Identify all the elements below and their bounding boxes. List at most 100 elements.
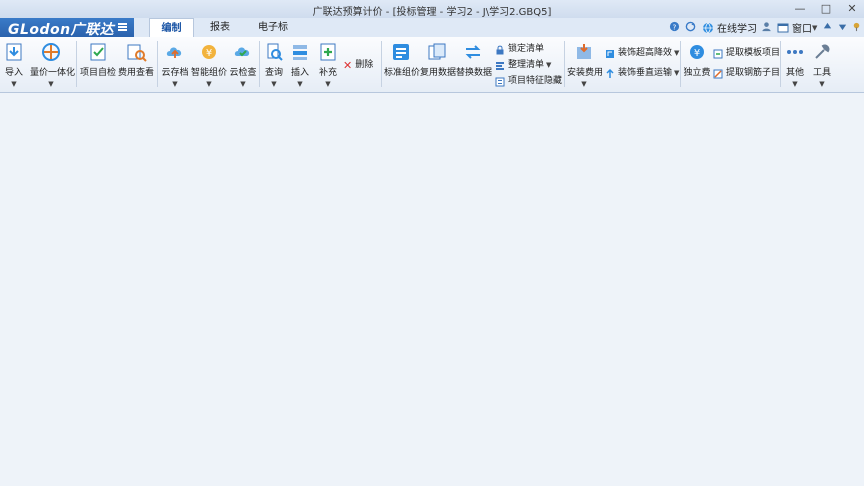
app-menu-button[interactable]: GLodon广联达 — [0, 18, 134, 38]
maximize-button[interactable]: □ — [820, 2, 832, 15]
chevron-down-icon: ▼ — [674, 49, 680, 57]
delete-icon: ✕ — [343, 59, 353, 72]
window-menu-label: 窗口 — [792, 24, 812, 35]
divider — [76, 41, 77, 87]
tab-compile[interactable]: 编制 — [149, 18, 194, 38]
decoration-height-button[interactable]: 装饰超高降效 ▼ — [605, 47, 679, 60]
down-arrow-icon[interactable] — [837, 21, 848, 32]
standard-price-icon — [393, 44, 409, 60]
divider — [157, 41, 158, 87]
supplement-icon — [320, 43, 336, 61]
tools-button[interactable]: 工具 ▼ — [810, 39, 834, 89]
supplement-button[interactable]: 补充 ▼ — [316, 39, 340, 89]
vertical-transport-button[interactable]: 装饰垂直运输 ▼ — [605, 67, 679, 80]
chevron-down-icon: ▼ — [240, 80, 246, 88]
window-menu-button[interactable]: 窗口 ▼ — [777, 20, 817, 35]
chevron-down-icon: ▼ — [812, 23, 818, 32]
up-arrow-icon[interactable] — [822, 21, 833, 32]
divider — [780, 41, 781, 87]
smart-price-icon: ¥ — [202, 45, 216, 59]
app-window: 广联达预算计价 - [投标管理 - 学习2 - J\学习2.GBQ5] — □ … — [0, 0, 864, 486]
chevron-down-icon: ▼ — [325, 80, 331, 88]
decoration-icon — [606, 49, 614, 58]
chevron-down-icon: ▼ — [172, 80, 178, 88]
standard-price-button[interactable]: 标准组价 — [384, 39, 420, 89]
window-title: 广联达预算计价 - [投标管理 - 学习2 - J\学习2.GBQ5] — [312, 7, 552, 18]
lock-list-button[interactable]: 锁定清单 — [495, 43, 544, 56]
chevron-down-icon: ▼ — [792, 80, 798, 88]
svg-text:¥: ¥ — [206, 48, 212, 59]
chevron-down-icon: ▼ — [546, 61, 552, 69]
online-learning-label: 在线学习 — [717, 24, 757, 35]
chevron-down-icon: ▼ — [206, 80, 212, 88]
cloud-save-button[interactable]: 云存档 ▼ — [161, 39, 189, 89]
price-integration-icon — [42, 43, 60, 61]
import-button[interactable]: 导入 ▼ — [3, 39, 25, 89]
help-icon[interactable]: ? — [669, 21, 680, 32]
window-icon — [777, 23, 789, 32]
chevron-down-icon: ▼ — [48, 80, 54, 88]
insert-icon — [293, 45, 307, 60]
window-controls: — □ ✕ — [794, 2, 858, 15]
delete-button[interactable]: ✕ 删除 — [343, 59, 373, 72]
cost-view-icon — [127, 44, 147, 62]
svg-text:¥: ¥ — [694, 48, 700, 59]
reuse-data-icon — [428, 43, 446, 60]
tab-e-bid[interactable]: 电子标 — [249, 18, 297, 37]
other-icon — [787, 50, 803, 54]
cost-view-button[interactable]: 费用查看 — [118, 39, 154, 89]
tab-report[interactable]: 报表 — [200, 18, 240, 37]
independent-fee-button[interactable]: ¥ 独立费 — [683, 39, 711, 89]
query-icon — [267, 43, 283, 61]
chevron-down-icon: ▼ — [674, 69, 680, 77]
divider — [259, 41, 260, 87]
pin-icon[interactable] — [851, 21, 862, 32]
chevron-down-icon: ▼ — [819, 80, 825, 88]
arrange-list-icon — [496, 61, 504, 70]
chevron-down-icon: ▼ — [297, 80, 303, 88]
feature-icon — [495, 77, 505, 86]
smart-price-button[interactable]: ¥ 智能组价 ▼ — [191, 39, 227, 89]
lock-icon — [496, 45, 504, 54]
extract-rebar-icon — [713, 69, 723, 78]
close-button[interactable]: ✕ — [846, 2, 858, 15]
project-check-button[interactable]: 项目自检 — [80, 39, 116, 89]
independent-fee-icon: ¥ — [690, 45, 704, 59]
menu-icon — [118, 23, 127, 31]
other-button[interactable]: 其他 ▼ — [783, 39, 807, 89]
title-bar: 广联达预算计价 - [投标管理 - 学习2 - J\学习2.GBQ5] — □ … — [0, 0, 864, 19]
cloud-check-button[interactable]: 云检查 ▼ — [229, 39, 257, 89]
extract-template-button[interactable]: 提取模板项目 — [713, 47, 780, 60]
price-integration-button[interactable]: 量价一体化 ▼ — [30, 39, 75, 89]
query-button[interactable]: 查询 ▼ — [262, 39, 286, 89]
divider — [381, 41, 382, 87]
extract-template-icon — [713, 49, 723, 58]
globe-icon — [703, 22, 713, 34]
divider — [564, 41, 565, 87]
divider — [680, 41, 681, 87]
svg-text:?: ? — [673, 22, 677, 31]
vertical-transport-icon — [606, 68, 614, 78]
reuse-data-button[interactable]: 复用数据 — [420, 39, 456, 89]
online-learning-button[interactable]: 在线学习 — [702, 20, 757, 35]
chevron-down-icon: ▼ — [581, 80, 587, 88]
tools-icon — [815, 44, 830, 59]
user-icon[interactable] — [761, 21, 772, 32]
import-icon — [6, 43, 22, 61]
minimize-button[interactable]: — — [794, 2, 806, 15]
chevron-down-icon: ▼ — [11, 80, 17, 88]
ribbon-toolbar: 导入 ▼ 量价一体化 ▼ 项目自检 费用查看 云存档 ▼ ¥ 智能组价 ▼ 云检… — [0, 37, 864, 93]
install-cost-icon — [577, 44, 591, 59]
glodon-logo: GLodon广联达 — [8, 22, 115, 38]
install-cost-button[interactable]: 安装费用 ▼ — [567, 39, 603, 89]
feature-hide-button[interactable]: 项目特征隐藏 — [495, 75, 562, 88]
insert-button[interactable]: 插入 ▼ — [288, 39, 312, 89]
chevron-down-icon: ▼ — [271, 80, 277, 88]
cloud-check-icon — [234, 47, 250, 57]
sync-icon[interactable] — [685, 21, 696, 32]
project-check-icon — [90, 43, 106, 61]
replace-data-button[interactable]: 替换数据 — [456, 39, 492, 89]
cloud-save-icon — [166, 47, 182, 58]
arrange-list-button[interactable]: 整理清单 ▼ — [495, 59, 551, 72]
extract-rebar-button[interactable]: 提取钢筋子目 — [713, 67, 780, 80]
